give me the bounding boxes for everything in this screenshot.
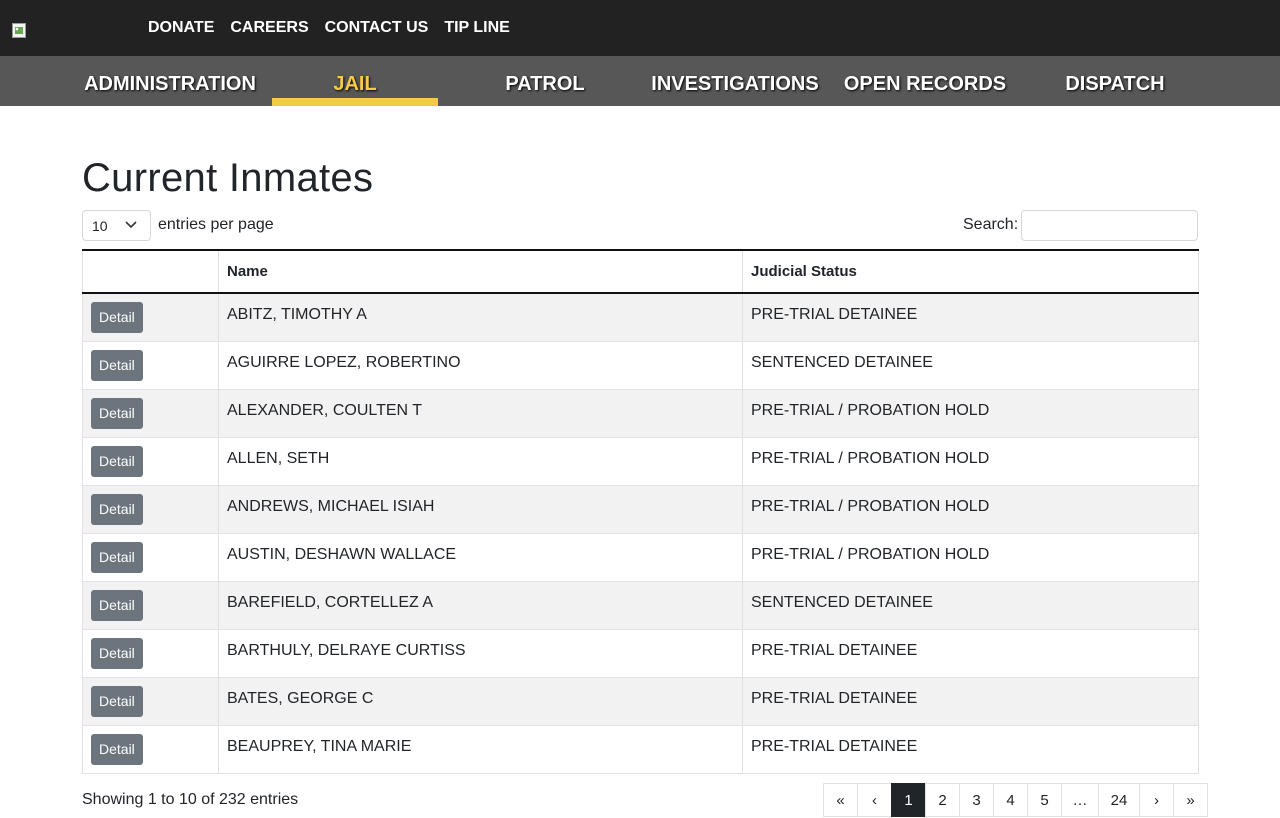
inmate-name: BATES, GEORGE C bbox=[218, 677, 743, 726]
inmate-name: AUSTIN, DESHAWN WALLACE bbox=[218, 533, 743, 582]
nav-open-records[interactable]: OPEN RECORDS bbox=[842, 56, 1008, 106]
table-row: Detail AGUIRRE LOPEZ, ROBERTINO SENTENCE… bbox=[82, 341, 1199, 390]
pagination-page-24[interactable]: 24 bbox=[1098, 783, 1140, 817]
nav-patrol[interactable]: PATROL bbox=[462, 56, 628, 106]
detail-button[interactable]: Detail bbox=[91, 637, 143, 669]
broken-logo-image-icon[interactable] bbox=[12, 23, 26, 38]
donate-link[interactable]: DONATE bbox=[148, 19, 214, 37]
pagination-last[interactable]: » bbox=[1173, 783, 1208, 817]
inmate-name: BAREFIELD, CORTELLEZ A bbox=[218, 581, 743, 630]
inmate-name: AGUIRRE LOPEZ, ROBERTINO bbox=[218, 341, 743, 390]
entries-select-value: 10 bbox=[92, 218, 108, 234]
judicial-status: PRE-TRIAL DETAINEE bbox=[742, 293, 1199, 342]
judicial-status: PRE-TRIAL DETAINEE bbox=[742, 725, 1199, 774]
detail-button[interactable]: Detail bbox=[91, 541, 143, 573]
column-header-name[interactable]: Name bbox=[218, 249, 743, 294]
pagination-page-1[interactable]: 1 bbox=[891, 783, 926, 817]
entries-per-page-label: entries per page bbox=[158, 216, 274, 233]
top-bar: DONATE CAREERS CONTACT US TIP LINE bbox=[0, 0, 1280, 56]
pagination-page-3[interactable]: 3 bbox=[959, 783, 994, 817]
table-row: Detail ALEXANDER, COULTEN T PRE-TRIAL / … bbox=[82, 389, 1199, 438]
detail-button[interactable]: Detail bbox=[91, 733, 143, 765]
nav-investigations[interactable]: INVESTIGATIONS bbox=[642, 56, 828, 106]
chevron-down-icon bbox=[125, 221, 137, 229]
table-row: Detail ABITZ, TIMOTHY A PRE-TRIAL DETAIN… bbox=[82, 293, 1199, 342]
detail-button[interactable]: Detail bbox=[91, 493, 143, 525]
search-label: Search: bbox=[963, 216, 1019, 233]
pagination-ellipsis: … bbox=[1061, 783, 1099, 817]
table-row: Detail ALLEN, SETH PRE-TRIAL / PROBATION… bbox=[82, 437, 1199, 486]
detail-button[interactable]: Detail bbox=[91, 685, 143, 717]
inmate-name: BEAUPREY, TINA MARIE bbox=[218, 725, 743, 774]
pagination-page-4[interactable]: 4 bbox=[993, 783, 1028, 817]
table-row: Detail BATES, GEORGE C PRE-TRIAL DETAINE… bbox=[82, 677, 1199, 726]
inmate-name: ALLEN, SETH bbox=[218, 437, 743, 486]
nav-dispatch[interactable]: DISPATCH bbox=[1032, 56, 1198, 106]
detail-button[interactable]: Detail bbox=[91, 445, 143, 477]
column-header-judicial-status[interactable]: Judicial Status bbox=[742, 249, 1199, 294]
table-row: Detail BARTHULY, DELRAYE CURTISS PRE-TRI… bbox=[82, 629, 1199, 678]
inmates-table: Name Judicial Status Detail ABITZ, TIMOT… bbox=[82, 249, 1199, 774]
entries-info: Showing 1 to 10 of 232 entries bbox=[82, 791, 299, 808]
nav-administration[interactable]: ADMINISTRATION bbox=[82, 56, 258, 106]
tip-line-link[interactable]: TIP LINE bbox=[444, 19, 510, 37]
inmate-name: ALEXANDER, COULTEN T bbox=[218, 389, 743, 438]
detail-button[interactable]: Detail bbox=[91, 589, 143, 621]
judicial-status: PRE-TRIAL / PROBATION HOLD bbox=[742, 389, 1199, 438]
pagination-first[interactable]: « bbox=[823, 783, 858, 817]
nav-active-indicator bbox=[272, 98, 438, 106]
detail-button[interactable]: Detail bbox=[91, 397, 143, 429]
pagination-page-5[interactable]: 5 bbox=[1027, 783, 1062, 817]
table-header-row: Name Judicial Status bbox=[82, 249, 1199, 294]
judicial-status: SENTENCED DETAINEE bbox=[742, 341, 1199, 390]
judicial-status: PRE-TRIAL / PROBATION HOLD bbox=[742, 485, 1199, 534]
pagination-page-2[interactable]: 2 bbox=[925, 783, 960, 817]
detail-button[interactable]: Detail bbox=[91, 349, 143, 381]
table-row: Detail AUSTIN, DESHAWN WALLACE PRE-TRIAL… bbox=[82, 533, 1199, 582]
judicial-status: PRE-TRIAL DETAINEE bbox=[742, 629, 1199, 678]
inmate-name: ANDREWS, MICHAEL ISIAH bbox=[218, 485, 743, 534]
top-links: DONATE CAREERS CONTACT US TIP LINE bbox=[148, 0, 526, 56]
main-nav: ADMINISTRATION JAIL PATROL INVESTIGATION… bbox=[0, 56, 1280, 106]
inmate-name: BARTHULY, DELRAYE CURTISS bbox=[218, 629, 743, 678]
pagination: « ‹ 1 2 3 4 5 … 24 › » bbox=[823, 783, 1208, 817]
search-input[interactable] bbox=[1021, 210, 1198, 241]
judicial-status: PRE-TRIAL / PROBATION HOLD bbox=[742, 437, 1199, 486]
table-row: Detail ANDREWS, MICHAEL ISIAH PRE-TRIAL … bbox=[82, 485, 1199, 534]
entries-per-page-select[interactable]: 10 bbox=[82, 210, 151, 241]
judicial-status: SENTENCED DETAINEE bbox=[742, 581, 1199, 630]
careers-link[interactable]: CAREERS bbox=[230, 19, 308, 37]
judicial-status: PRE-TRIAL DETAINEE bbox=[742, 677, 1199, 726]
page-title: Current Inmates bbox=[82, 156, 374, 200]
judicial-status: PRE-TRIAL / PROBATION HOLD bbox=[742, 533, 1199, 582]
contact-us-link[interactable]: CONTACT US bbox=[325, 19, 429, 37]
detail-button[interactable]: Detail bbox=[91, 302, 143, 333]
table-row: Detail BAREFIELD, CORTELLEZ A SENTENCED … bbox=[82, 581, 1199, 630]
table-row: Detail BEAUPREY, TINA MARIE PRE-TRIAL DE… bbox=[82, 725, 1199, 774]
pagination-next[interactable]: › bbox=[1139, 783, 1174, 817]
pagination-previous[interactable]: ‹ bbox=[857, 783, 892, 817]
column-header-actions[interactable] bbox=[82, 249, 219, 294]
inmate-name: ABITZ, TIMOTHY A bbox=[218, 293, 743, 342]
